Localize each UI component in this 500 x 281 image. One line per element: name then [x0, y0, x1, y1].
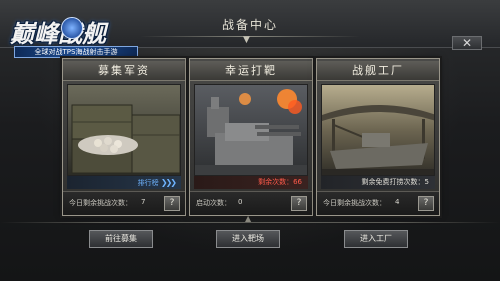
- help-button[interactable]: ?: [291, 196, 307, 211]
- chevron-down-icon: ▼: [243, 35, 250, 45]
- game-logo: 巅峰战舰 全球对战TPS海战射击手游: [6, 14, 142, 60]
- card-supplies[interactable]: 募集军资 排行榜 ❯❯❯ 今日剩余挑战次数： 7 ?: [62, 58, 186, 216]
- enter-range-button[interactable]: 进入靶场: [216, 230, 280, 248]
- logo-subtitle: 全球对战TPS海战射击手游: [14, 46, 138, 58]
- card-footer: 今日剩余挑战次数： 7 ?: [63, 191, 185, 215]
- chevron-right-icon: ❯❯❯: [160, 178, 177, 187]
- card-shipyard[interactable]: 战舰工厂 剩余免费打捞次数：5 今日剩余挑战次数： 4 ?: [316, 58, 440, 216]
- card-title: 幸运打靶: [190, 61, 312, 81]
- anchor-emblem-icon: [61, 17, 83, 39]
- leaderboard-label: 排行榜: [137, 179, 159, 187]
- help-button[interactable]: ?: [418, 196, 434, 211]
- card-target-practice[interactable]: 幸运打靶 剩余次数：66 启动次数： 0 ?: [189, 58, 313, 216]
- start-count-value: 0: [238, 198, 243, 206]
- leaderboard-link[interactable]: 排行榜 ❯❯❯: [67, 176, 181, 189]
- remaining-challenges-label: 今日剩余挑战次数：: [323, 199, 386, 207]
- shipyard-image: [321, 84, 435, 176]
- remaining-count-strip: 剩余次数：66: [194, 176, 308, 189]
- remaining-count-label: 剩余次数：66: [258, 178, 302, 186]
- battleship-turret-image: [194, 84, 308, 176]
- close-button[interactable]: ✕: [452, 36, 482, 50]
- logo-title: 巅峰战舰: [10, 19, 106, 48]
- start-count-label: 启动次数：: [196, 199, 231, 207]
- enter-factory-button[interactable]: 进入工厂: [344, 230, 408, 248]
- supply-crates-image: [67, 84, 181, 176]
- remaining-challenges-value: 4: [395, 198, 400, 206]
- card-footer: 今日剩余挑战次数： 4 ?: [317, 191, 439, 215]
- triangle-up-icon: ▲: [245, 214, 252, 223]
- remaining-challenges-label: 今日剩余挑战次数：: [69, 199, 132, 207]
- card-title: 募集军资: [63, 61, 185, 81]
- free-salvage-label: 剩余免费打捞次数：5: [361, 178, 429, 186]
- title-divider: [140, 36, 360, 37]
- help-button[interactable]: ?: [164, 196, 180, 211]
- card-title: 战舰工厂: [317, 61, 439, 81]
- go-recruit-button[interactable]: 前往募集: [89, 230, 153, 248]
- free-salvage-strip: 剩余免费打捞次数：5: [321, 176, 435, 189]
- card-footer: 启动次数： 0 ?: [190, 191, 312, 215]
- remaining-challenges-value: 7: [141, 198, 146, 206]
